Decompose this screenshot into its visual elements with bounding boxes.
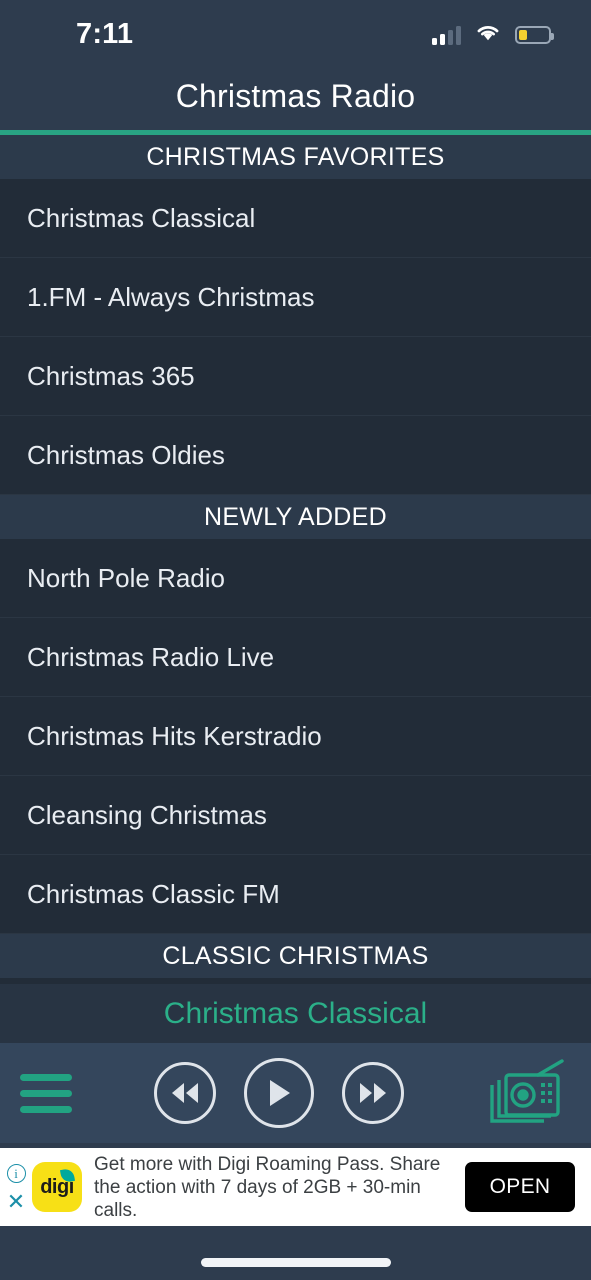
section-title: CHRISTMAS FAVORITES: [146, 142, 445, 171]
station-name: Christmas Hits Kerstradio: [27, 720, 322, 751]
status-bar-icons: [432, 23, 554, 47]
station-list[interactable]: CHRISTMAS FAVORITES Christmas Classical …: [0, 135, 591, 1001]
advertiser-logo: digi: [32, 1162, 82, 1212]
battery-low-icon: [515, 26, 554, 44]
transport-bar: [0, 1043, 591, 1143]
rewind-icon[interactable]: [153, 1062, 216, 1124]
list-item[interactable]: Christmas Classical: [0, 179, 591, 258]
list-item[interactable]: Christmas Oldies: [0, 416, 591, 495]
radio-stack-icon[interactable]: [485, 1058, 571, 1128]
hamburger-menu-icon[interactable]: [20, 1073, 72, 1113]
page-title: Christmas Radio: [175, 77, 416, 114]
fast-forward-icon[interactable]: [341, 1062, 404, 1124]
home-indicator-area: [0, 1226, 591, 1280]
station-name: 1.FM - Always Christmas: [27, 281, 315, 312]
now-playing-bar[interactable]: Christmas Classical: [0, 984, 591, 1043]
wifi-icon: [475, 23, 501, 47]
status-bar: 7:11: [0, 0, 591, 62]
close-icon[interactable]: ✕: [7, 1190, 25, 1212]
section-title: NEWLY ADDED: [204, 502, 387, 531]
section-title: CLASSIC CHRISTMAS: [162, 941, 429, 970]
list-item[interactable]: Christmas Radio Live: [0, 618, 591, 697]
ad-text: Get more with Digi Roaming Pass. Share t…: [94, 1153, 441, 1221]
app-title-bar: Christmas Radio: [0, 62, 591, 130]
ad-banner[interactable]: i ✕ digi Get more with Digi Roaming Pass…: [0, 1148, 591, 1226]
ad-open-button[interactable]: OPEN: [465, 1162, 575, 1212]
list-item[interactable]: Christmas 365: [0, 337, 591, 416]
cellular-bars-icon: [432, 25, 461, 45]
station-name: Cleansing Christmas: [27, 799, 267, 830]
section-header-classic-christmas: CLASSIC CHRISTMAS: [0, 934, 591, 978]
station-name: Christmas Radio Live: [27, 641, 275, 672]
home-indicator[interactable]: [200, 1258, 391, 1267]
station-name: Christmas 365: [27, 360, 195, 391]
list-item[interactable]: Cleansing Christmas: [0, 776, 591, 855]
status-bar-clock: 7:11: [76, 17, 134, 50]
app-screen: 7:11 Christmas Radio CHRISTMAS FAVORITES…: [0, 0, 591, 1280]
playback-controls: [72, 1058, 485, 1128]
list-item[interactable]: Christmas Hits Kerstradio: [0, 697, 591, 776]
section-header-christmas-favorites: CHRISTMAS FAVORITES: [0, 135, 591, 179]
section-header-newly-added: NEWLY ADDED: [0, 495, 591, 539]
info-icon[interactable]: i: [6, 1163, 26, 1183]
list-item[interactable]: North Pole Radio: [0, 539, 591, 618]
play-icon[interactable]: [243, 1058, 314, 1128]
now-playing-station: Christmas Classical: [163, 996, 428, 1030]
station-name: Christmas Classic FM: [27, 878, 280, 909]
station-name: North Pole Radio: [27, 562, 225, 593]
station-name: Christmas Oldies: [27, 439, 225, 470]
list-item[interactable]: 1.FM - Always Christmas: [0, 258, 591, 337]
station-name: Christmas Classical: [27, 202, 256, 233]
ad-controls: i ✕: [0, 1148, 32, 1226]
list-item[interactable]: Christmas Classic FM: [0, 855, 591, 934]
